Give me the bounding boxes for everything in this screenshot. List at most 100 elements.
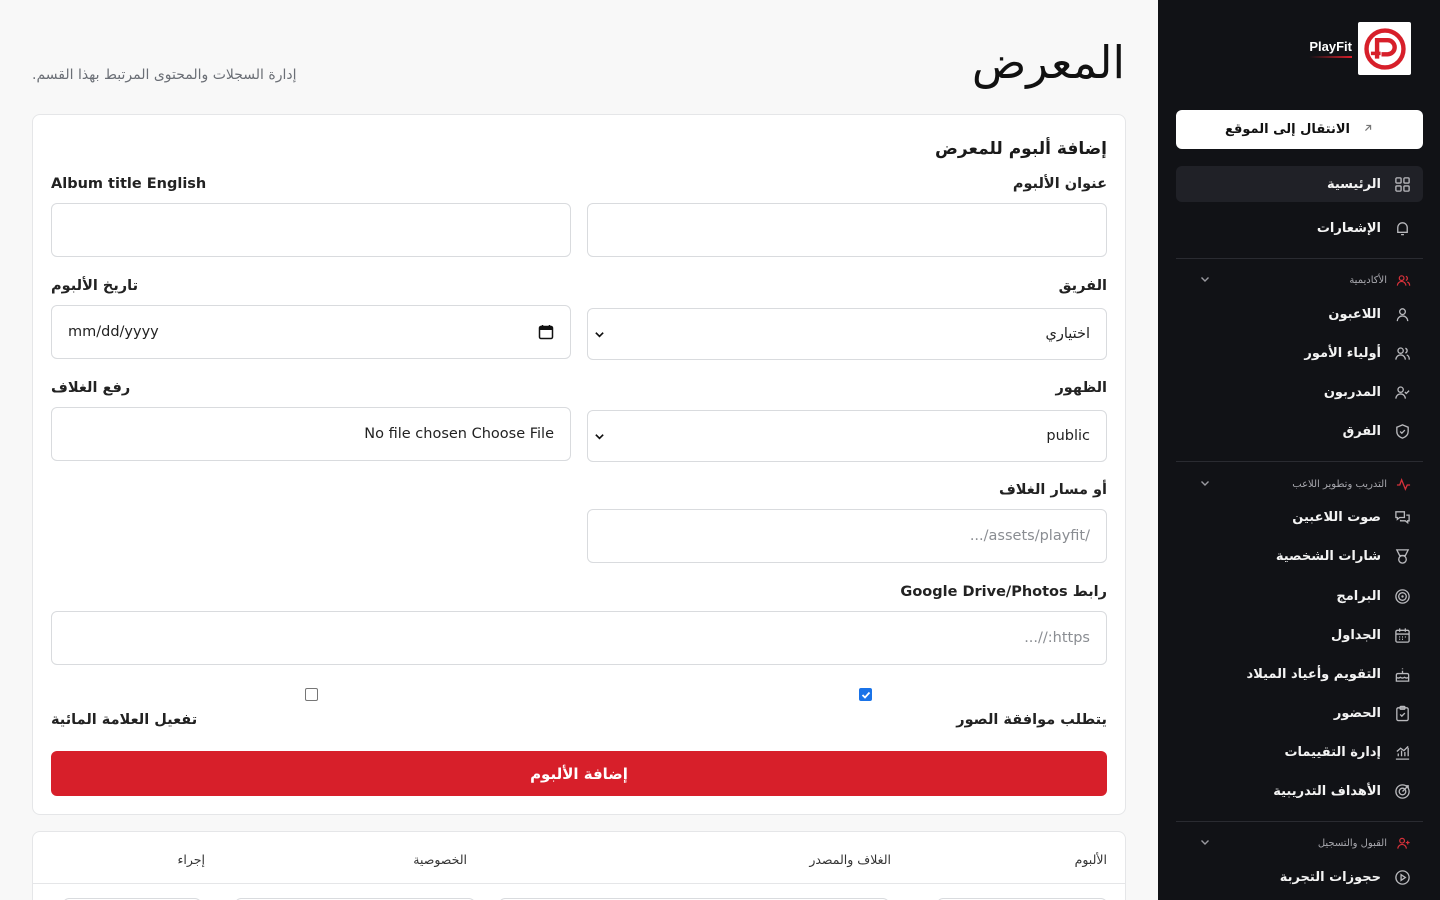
cover-file-input[interactable]: No file chosen Choose File — [51, 407, 571, 461]
sidebar-item-teams[interactable]: الفرق — [1176, 413, 1423, 449]
target-icon — [1393, 587, 1411, 605]
sidebar-item-label: اللاعبون — [1328, 306, 1381, 322]
sidebar-item-label: المدربون — [1323, 384, 1381, 400]
album-title-label: عنوان الألبوم — [1012, 176, 1107, 192]
table-header-privacy: الخصوصية — [413, 852, 467, 867]
sidebar-item-label: التقويم وأعياد الميلاد — [1246, 666, 1381, 682]
chevron-down-icon — [592, 327, 606, 341]
activity-icon — [1395, 476, 1411, 492]
team-select[interactable]: اختياري — [587, 308, 1107, 360]
sidebar-divider — [1176, 258, 1423, 259]
album-title-input[interactable] — [587, 203, 1107, 257]
sidebar-item-coaches[interactable]: المدربون — [1176, 374, 1423, 410]
visibility-label: الظهور — [1055, 380, 1107, 396]
sidebar-group-academy[interactable]: الأكاديمية — [1176, 267, 1423, 293]
shield-icon — [1393, 422, 1411, 440]
sidebar-item-character-badges[interactable]: شارات الشخصية — [1176, 538, 1423, 574]
sidebar-item-notifications[interactable]: الإشعارات — [1176, 210, 1423, 246]
sidebar-item-parents[interactable]: أولياء الأمور — [1176, 335, 1423, 371]
sidebar-item-label: شارات الشخصية — [1275, 548, 1381, 564]
bar-chart-icon — [1393, 743, 1411, 761]
album-title-en-label: Album title English — [51, 176, 207, 192]
main-content: المعرض إدارة السجلات والمحتوى المرتبط به… — [0, 0, 1158, 900]
table-header-action: إجراء — [177, 852, 205, 867]
bell-icon — [1393, 219, 1411, 237]
page-subtitle: إدارة السجلات والمحتوى المرتبط بهذا القس… — [32, 67, 297, 83]
visibility-select[interactable]: public — [587, 410, 1107, 462]
sidebar-item-trial-bookings[interactable]: حجوزات التجربة — [1176, 859, 1423, 895]
users-icon — [1395, 272, 1411, 288]
sidebar-item-player-voice[interactable]: صوت اللاعبين — [1176, 499, 1423, 535]
sidebar-item-label: البرامج — [1336, 588, 1381, 604]
sidebar-item-calendar-birthdays[interactable]: التقويم وأعياد الميلاد — [1176, 656, 1423, 692]
sidebar-item-label: حجوزات التجربة — [1279, 869, 1381, 885]
playfit-logo — [1358, 22, 1411, 75]
sidebar-item-label: أولياء الأمور — [1304, 345, 1381, 361]
team-label: الفريق — [1058, 278, 1107, 294]
sidebar-item-label: الحضور — [1333, 705, 1381, 721]
album-date-label: تاريخ الألبوم — [51, 278, 139, 294]
require-approval-checkbox[interactable] — [859, 688, 872, 701]
chevron-down-icon — [1198, 835, 1212, 849]
drive-link-input[interactable]: https://... — [51, 611, 1107, 665]
sidebar-item-programs[interactable]: البرامج — [1176, 578, 1423, 614]
grid-icon — [1393, 175, 1411, 193]
calendar-icon[interactable] — [538, 324, 554, 340]
album-date-value: mm/dd/yyyy — [68, 324, 159, 340]
sidebar: PlayFit الانتقال إلى الموقع الرئيسية الإ… — [1158, 0, 1440, 900]
sidebar-group-title: الأكاديمية — [1349, 274, 1387, 286]
require-approval-label: يتطلب موافقة الصور — [956, 712, 1107, 728]
sidebar-item-label: الأهداف التدريبية — [1273, 783, 1381, 799]
clipboard-icon — [1393, 704, 1411, 722]
user-plus-icon — [1395, 835, 1411, 851]
team-select-value: اختياري — [1045, 326, 1090, 342]
cover-path-input[interactable]: /assets/playfit/... — [587, 509, 1107, 563]
cake-icon — [1393, 665, 1411, 683]
badge-icon — [1393, 547, 1411, 565]
goto-site-button[interactable]: الانتقال إلى الموقع — [1176, 110, 1423, 149]
chat-icon — [1393, 508, 1411, 526]
brand[interactable]: PlayFit — [1309, 22, 1411, 75]
sidebar-item-label: الرئيسية — [1326, 176, 1381, 192]
sidebar-item-training-goals[interactable]: الأهداف التدريبية — [1176, 773, 1423, 809]
chevron-down-icon — [592, 429, 606, 443]
goal-icon — [1393, 782, 1411, 800]
album-date-input[interactable]: mm/dd/yyyy — [51, 305, 571, 359]
sidebar-divider — [1176, 821, 1423, 822]
calendar-icon — [1393, 626, 1411, 644]
page-title: المعرض — [971, 36, 1125, 89]
sidebar-group-training[interactable]: التدريب وتطوير اللاعب — [1176, 471, 1423, 497]
sidebar-item-attendance[interactable]: الحضور — [1176, 695, 1423, 731]
sidebar-item-evaluations[interactable]: إدارة التقييمات — [1176, 734, 1423, 770]
sidebar-item-players[interactable]: اللاعبون — [1176, 296, 1423, 332]
cover-path-placeholder: /assets/playfit/... — [969, 528, 1090, 544]
sidebar-item-label: الإشعارات — [1316, 220, 1381, 236]
album-title-en-input[interactable] — [51, 203, 571, 257]
watermark-checkbox[interactable] — [305, 688, 318, 701]
sidebar-item-schedules[interactable]: الجداول — [1176, 617, 1423, 653]
sidebar-divider — [1176, 461, 1423, 462]
cover-file-value: No file chosen Choose File — [364, 426, 554, 442]
external-link-icon — [1362, 122, 1374, 138]
chevron-down-icon — [1198, 272, 1212, 286]
drive-link-placeholder: https://... — [1024, 630, 1090, 646]
add-album-form: إضافة ألبوم للمعرض عنوان الألبوم Album t… — [32, 114, 1126, 815]
sidebar-item-label: صوت اللاعبين — [1292, 509, 1381, 525]
sidebar-group-admissions[interactable]: القبول والتسجيل — [1176, 830, 1423, 856]
table-header-album: الألبوم — [1074, 852, 1107, 867]
form-title: إضافة ألبوم للمعرض — [935, 139, 1107, 159]
drive-link-label: رابط Google Drive/Photos — [900, 584, 1107, 600]
watermark-label-text: تفعيل العلامة المائية — [51, 712, 198, 728]
table-divider — [33, 883, 1125, 884]
add-album-button[interactable]: إضافة الألبوم — [51, 751, 1107, 796]
sidebar-item-label: الجداول — [1330, 627, 1381, 643]
chevron-down-icon — [1198, 476, 1212, 490]
goto-site-label: الانتقال إلى الموقع — [1225, 122, 1350, 137]
play-circle-icon — [1393, 868, 1411, 886]
sidebar-item-home[interactable]: الرئيسية — [1176, 166, 1423, 202]
cover-upload-label: رفع الغلاف — [51, 380, 131, 396]
sidebar-item-label: إدارة التقييمات — [1284, 744, 1381, 760]
albums-table: الألبوم الغلاف والمصدر الخصوصية إجراء — [32, 831, 1126, 900]
cover-path-label: أو مسار الغلاف — [998, 482, 1107, 498]
watermark-label: تفعيل العلامة المائية — [51, 712, 571, 728]
